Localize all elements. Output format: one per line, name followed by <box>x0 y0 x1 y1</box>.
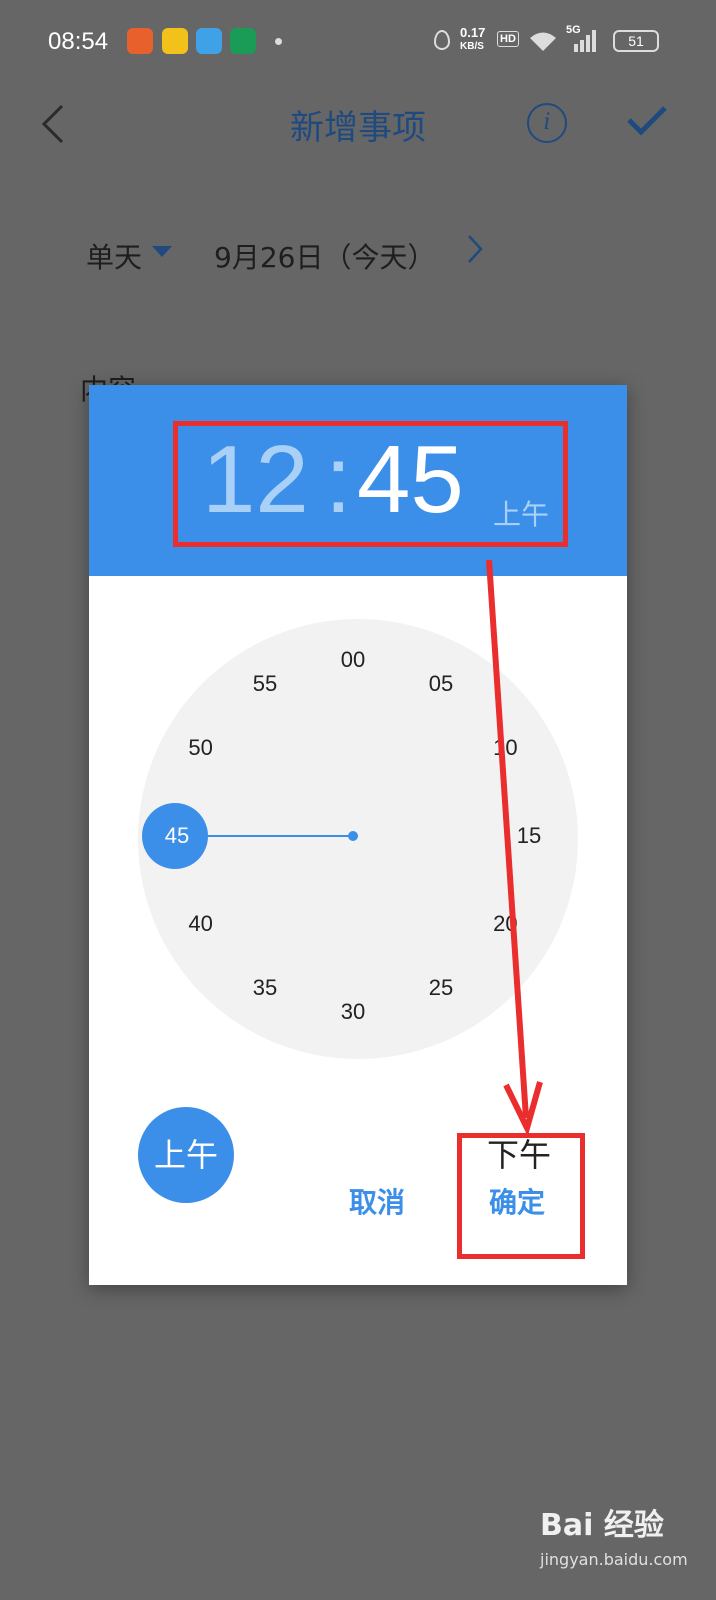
annotation-arrow <box>486 559 543 1137</box>
watermark-logo: Bai 经验 <box>540 1508 664 1543</box>
watermark-url: jingyan.baidu.com <box>540 1550 688 1569</box>
